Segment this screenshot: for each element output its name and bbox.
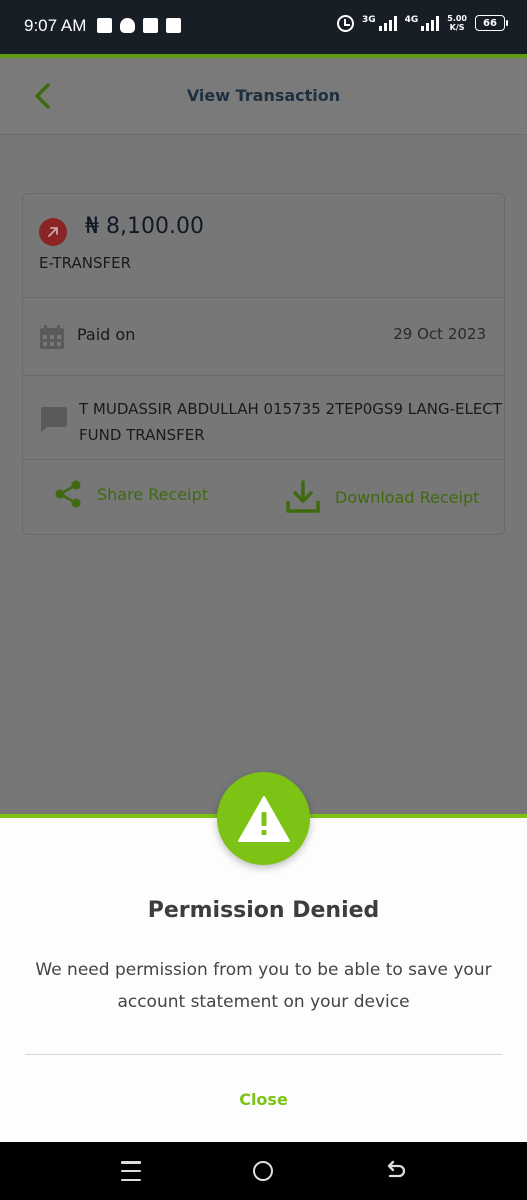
- transaction-type: E-TRANSFER: [39, 254, 132, 272]
- message-icon: [41, 407, 67, 433]
- divider: [23, 375, 504, 376]
- divider: [23, 459, 504, 460]
- back-nav-button[interactable]: [385, 1160, 407, 1182]
- transaction-narration: T MUDASSIR ABDULLAH 015735 2TEP0GS9 LANG…: [79, 400, 502, 444]
- network-speed: 5.00 K/S: [447, 14, 467, 32]
- download-receipt-button[interactable]: Download Receipt: [285, 479, 479, 515]
- transaction-content: ₦ 8,100.00 E-TRANSFER Paid on 29 Oct 202…: [0, 136, 527, 816]
- share-receipt-button[interactable]: Share Receipt: [53, 479, 208, 509]
- divider: [23, 297, 504, 298]
- warning-badge: [217, 772, 310, 865]
- paid-on-date: 29 Oct 2023: [393, 325, 486, 343]
- snapchat-notification-icon: [120, 18, 135, 33]
- download-receipt-label: Download Receipt: [335, 487, 480, 507]
- dialog-title: Permission Denied: [147, 898, 380, 923]
- system-icons: 3G 4G 5.00 K/S 66: [336, 14, 508, 32]
- battery-icon: 66: [475, 15, 508, 31]
- app-header: View Transaction: [0, 58, 527, 135]
- alarm-icon: [336, 14, 354, 32]
- calendar-icon: [40, 325, 64, 349]
- notification-icons: [97, 18, 181, 33]
- download-icon: [286, 480, 320, 513]
- dialog-message: We need permission from you to be able t…: [35, 960, 492, 1012]
- mail-notification-icon: [97, 18, 112, 33]
- dialog-divider: [25, 1054, 502, 1055]
- close-button[interactable]: Close: [0, 1090, 527, 1109]
- share-receipt-label: Share Receipt: [97, 484, 209, 504]
- warning-triangle-icon: [237, 795, 290, 842]
- signal-3g-icon: 3G: [362, 15, 397, 31]
- share-icon: [55, 480, 81, 508]
- signal-4g-icon: 4G: [405, 15, 440, 31]
- status-time: 9:07 AM: [24, 16, 87, 35]
- recent-apps-button[interactable]: [121, 1161, 141, 1181]
- paid-on-label: Paid on: [77, 325, 136, 344]
- transaction-card: ₦ 8,100.00 E-TRANSFER Paid on 29 Oct 202…: [22, 193, 505, 535]
- transaction-amount: ₦ 8,100.00: [85, 214, 204, 239]
- home-button[interactable]: [253, 1161, 273, 1181]
- news-notification-icon: [143, 18, 158, 33]
- outgoing-transfer-icon: [39, 218, 67, 246]
- page-title: View Transaction: [186, 86, 341, 105]
- system-nav-bar: [0, 1142, 527, 1200]
- app-notification-icon: [166, 18, 181, 33]
- status-bar: 9:07 AM 3G 4G 5.00 K/S 66: [0, 0, 527, 54]
